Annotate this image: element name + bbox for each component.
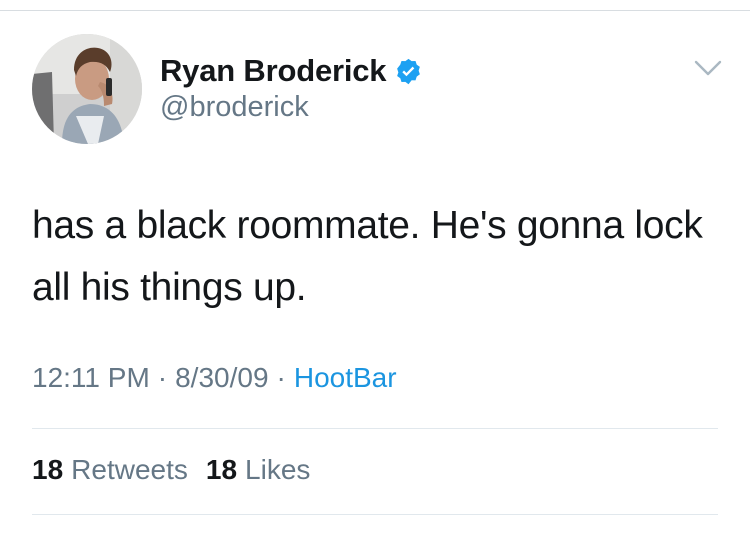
author-name-row[interactable]: Ryan Broderick	[160, 51, 423, 91]
meta-separator: ·	[157, 362, 168, 393]
retweets-label: Retweets	[71, 454, 188, 485]
stats-bottom-divider	[32, 514, 718, 515]
tweet-stats: 18 Retweets 18 Likes	[32, 454, 310, 486]
avatar[interactable]	[32, 34, 142, 144]
display-name[interactable]: Ryan Broderick	[160, 53, 387, 89]
stats-top-divider	[32, 428, 718, 429]
likes-label: Likes	[245, 454, 311, 485]
avatar-photo	[32, 34, 142, 144]
tweet-time[interactable]: 12:11 PM	[32, 362, 150, 394]
tweet-date[interactable]: 8/30/09	[175, 362, 268, 394]
tweet-text: has a black roommate. He's gonna lock al…	[32, 204, 703, 309]
author-handle[interactable]: @broderick	[160, 91, 309, 124]
likes-count: 18	[205, 454, 238, 485]
retweets-stat[interactable]: 18 Retweets	[32, 454, 188, 486]
top-divider	[0, 10, 750, 11]
tweet-meta: 12:11 PM · 8/30/09 · HootBar	[32, 362, 397, 394]
chevron-down-icon[interactable]	[692, 56, 724, 80]
verified-badge-icon	[394, 57, 423, 86]
retweets-count: 18	[32, 454, 64, 485]
tweet-source-link[interactable]: HootBar	[294, 362, 397, 394]
likes-stat[interactable]: 18 Likes	[206, 454, 311, 486]
meta-separator: ·	[276, 362, 286, 393]
